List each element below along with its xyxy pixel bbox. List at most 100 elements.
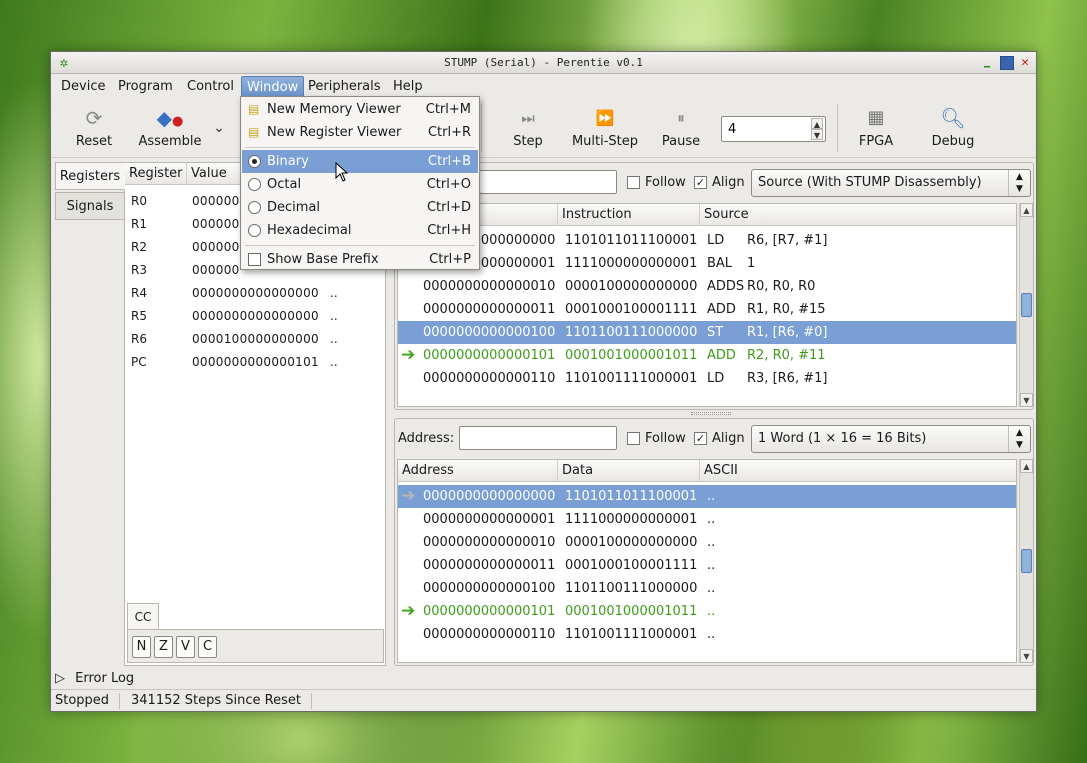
memory-row[interactable]: ➔ 0000000000000101 0001001000001011.. — [398, 600, 1016, 623]
steps-spinbox[interactable]: ▲ ▼ — [721, 116, 826, 142]
mem-align-checkbox[interactable]: ✓ — [694, 432, 707, 445]
scroll-thumb[interactable] — [1021, 293, 1032, 317]
register-value: 0000000000000000 — [192, 286, 319, 300]
memory-ascii: .. — [707, 627, 716, 642]
memory-scrollbar[interactable]: ▲ ▼ — [1019, 459, 1033, 663]
disasm-opcode: ADDS — [707, 279, 745, 294]
menuitem-binary[interactable]: Binary Ctrl+B — [242, 150, 478, 173]
error-log-label: Error Log — [75, 671, 135, 686]
flag-c-button[interactable]: C — [198, 636, 217, 658]
menu-window[interactable]: Window — [241, 76, 305, 97]
disasm-instruction: 0001001000001011 — [565, 348, 698, 363]
disassembly-row[interactable]: 0000000000000001 1111000000000001 BAL 1 — [398, 252, 1016, 275]
instruction-column-header[interactable]: Instruction — [558, 204, 700, 226]
mem-follow-checkbox[interactable] — [627, 432, 640, 445]
menuitem-new-memory-viewer[interactable]: ▤ New Memory Viewer Ctrl+M — [242, 98, 478, 121]
memory-row[interactable]: 0000000000000110 1101001111000001.. — [398, 623, 1016, 646]
menu-help[interactable]: Help — [388, 76, 428, 97]
word-size-select[interactable]: 1 Word (1 × 16 = 16 Bits) ▲ ▼ — [751, 425, 1031, 453]
mem-address-column-header[interactable]: Address — [398, 460, 558, 482]
memory-ascii: .. — [707, 535, 716, 550]
fpga-button[interactable]: ▦ FPGA — [849, 98, 903, 158]
menuitem-hexadecimal[interactable]: Hexadecimal Ctrl+H — [242, 219, 478, 242]
menu-bar: Device Program Control Window Peripheral… — [51, 74, 1036, 98]
maximize-button[interactable] — [1000, 56, 1014, 70]
memory-ascii: .. — [707, 558, 716, 573]
scroll-up-button[interactable]: ▲ — [1020, 459, 1033, 473]
disassembly-row[interactable]: 0000000000000011 0001000100001111 ADD R1, R… — [398, 298, 1016, 321]
scroll-thumb[interactable] — [1021, 549, 1032, 573]
register-value: 000000 — [192, 240, 240, 254]
pane-splitter[interactable] — [691, 412, 731, 415]
disassembly-row[interactable]: 0000000000000000 1101011011100001 LD R6, [R… — [398, 229, 1016, 252]
memory-row[interactable]: 0000000000000100 1101100111000000.. — [398, 577, 1016, 600]
scroll-up-button[interactable]: ▲ — [1020, 203, 1033, 217]
step-button[interactable]: ⏭ Step — [501, 98, 555, 158]
spin-up-button[interactable]: ▲ — [811, 118, 823, 129]
close-button[interactable]: ✕ — [1018, 56, 1032, 70]
disassembly-row[interactable]: 0000000000000010 0000100000000000 ADDS R0, … — [398, 275, 1016, 298]
disassembly-row[interactable]: 0000000000000110 1101001111000001 LD R3, [R… — [398, 367, 1016, 390]
toolbar-separator — [837, 104, 838, 152]
register-name: R4 — [131, 286, 147, 300]
memory-row[interactable]: ➔ 0000000000000000 1101011011100001.. — [398, 485, 1016, 508]
debug-button[interactable]: 🔍︎ Debug — [926, 98, 980, 158]
memory-row[interactable]: 0000000000000011 0001000100001111.. — [398, 554, 1016, 577]
register-name: R1 — [131, 217, 147, 231]
status-bar: Stopped 341152 Steps Since Reset — [51, 689, 1036, 712]
scroll-down-button[interactable]: ▼ — [1020, 649, 1033, 663]
tab-signals[interactable]: Signals — [55, 192, 125, 220]
title-bar[interactable]: ✲ STUMP (Serial) - Perentie v0.1 ▁ ✕ — [51, 52, 1036, 74]
register-row[interactable]: R5 0000000000000000.. — [125, 305, 385, 328]
disasm-follow-checkbox[interactable] — [627, 176, 640, 189]
menu-peripherals[interactable]: Peripherals — [303, 76, 386, 97]
disasm-align-checkbox[interactable]: ✓ — [694, 176, 707, 189]
assemble-button[interactable]: ◆● Assemble — [135, 98, 205, 158]
scroll-down-button[interactable]: ▼ — [1020, 393, 1033, 407]
flag-v-button[interactable]: V — [176, 636, 195, 658]
register-column-header[interactable]: Register — [125, 163, 187, 185]
spin-down-button[interactable]: ▼ — [811, 129, 823, 140]
pause-button[interactable]: ⏸ Pause — [654, 98, 708, 158]
memory-address-input[interactable] — [459, 426, 617, 450]
multistep-button[interactable]: ⏩ Multi-Step — [569, 98, 641, 158]
flag-z-button[interactable]: Z — [154, 636, 173, 658]
memory-row[interactable]: 0000000000000010 0000100000000000.. — [398, 531, 1016, 554]
register-row[interactable]: PC 0000000000000101.. — [125, 351, 385, 374]
disassembly-scrollbar[interactable]: ▲ ▼ — [1019, 203, 1033, 407]
mem-data-column-header[interactable]: Data — [558, 460, 700, 482]
reset-button[interactable]: ⟳ Reset — [67, 98, 121, 158]
menu-program[interactable]: Program — [113, 76, 178, 97]
register-ascii: .. — [330, 355, 338, 369]
mouse-cursor-icon — [335, 161, 349, 182]
steps-since-reset: 341152 Steps Since Reset — [131, 693, 301, 708]
assemble-dropdown-button[interactable]: ⌄ — [209, 98, 229, 158]
register-value: 000000 — [192, 263, 240, 277]
mem-ascii-column-header[interactable]: ASCII — [700, 460, 1016, 482]
steps-input[interactable] — [726, 118, 810, 140]
memory-table: Address Data ASCII ➔ 0000000000000000 1101… — [397, 459, 1017, 663]
menu-device[interactable]: Device — [56, 76, 110, 97]
tab-registers[interactable]: Registers — [55, 162, 125, 190]
disassembly-address-input[interactable] — [479, 170, 617, 194]
menuitem-new-register-viewer[interactable]: ▤ New Register Viewer Ctrl+R — [242, 121, 478, 144]
register-row[interactable]: R4 0000000000000000.. — [125, 282, 385, 305]
menuitem-octal[interactable]: Octal Ctrl+O — [242, 173, 478, 196]
disassembly-row[interactable]: ➔ 0000000000000101 0001001000001011 ADD R2, … — [398, 344, 1016, 367]
error-log-expander[interactable]: ▷ Error Log — [55, 669, 134, 689]
register-value: 000000 — [192, 217, 240, 231]
flag-n-button[interactable]: N — [132, 636, 151, 658]
source-view-select[interactable]: Source (With STUMP Disassembly) ▲ ▼ — [751, 169, 1031, 197]
register-row[interactable]: R6 0000100000000000.. — [125, 328, 385, 351]
menu-control[interactable]: Control — [182, 76, 239, 97]
menuitem-show-base-prefix[interactable]: Show Base Prefix Ctrl+P — [242, 248, 478, 271]
source-column-header[interactable]: Source — [700, 204, 1016, 226]
disasm-align-label: Align — [712, 175, 745, 190]
toolbar: ⟳ Reset ◆● Assemble ⌄ ⏭ Step ⏩ Multi-Ste… — [51, 98, 1036, 158]
memory-data: 1101011011100001 — [565, 489, 698, 504]
tab-cc[interactable]: CC — [127, 603, 159, 629]
minimize-button[interactable]: ▁ — [980, 56, 994, 70]
menuitem-decimal[interactable]: Decimal Ctrl+D — [242, 196, 478, 219]
disassembly-row[interactable]: 0000000000000100 1101100111000000 ST R1, [R… — [398, 321, 1016, 344]
memory-row[interactable]: 0000000000000001 1111000000000001.. — [398, 508, 1016, 531]
